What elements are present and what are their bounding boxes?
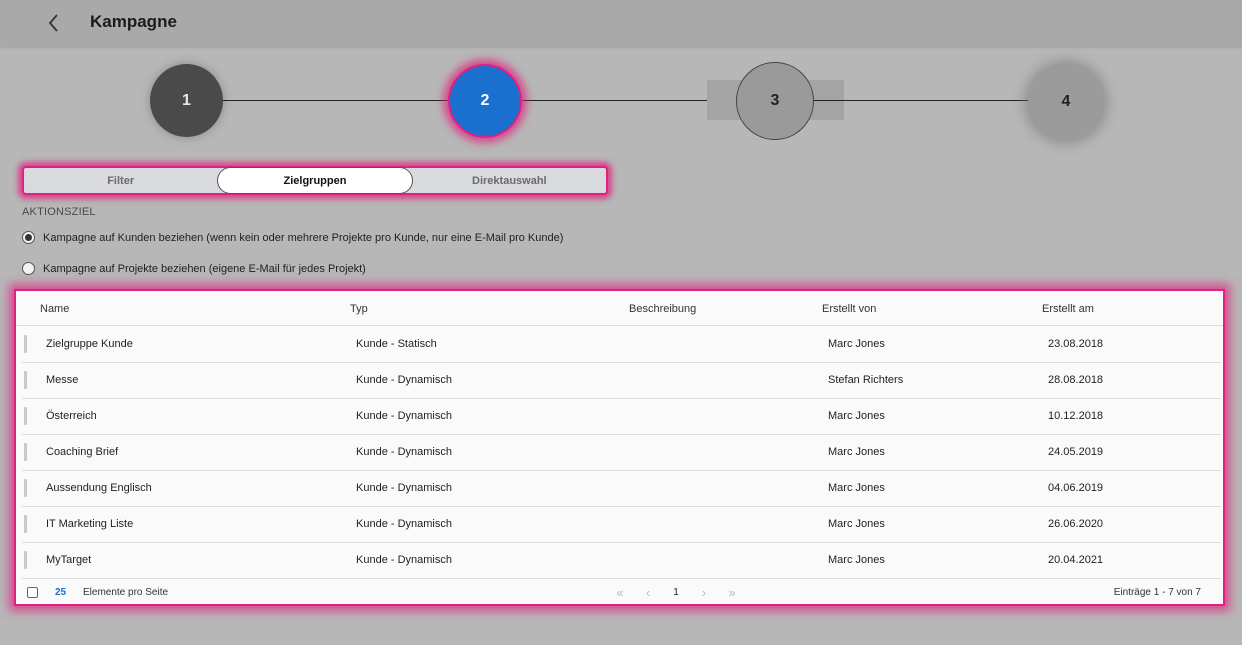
- cell-erstellt-von: Stefan Richters: [828, 374, 904, 386]
- cell-erstellt-am: 26.06.2020: [1048, 518, 1104, 530]
- page-title: Kampagne: [90, 12, 177, 31]
- table-row[interactable]: Zielgruppe Kunde Kunde - Statisch Marc J…: [22, 327, 1221, 363]
- cell-name: Aussendung Englisch: [46, 482, 152, 494]
- step-3[interactable]: 3: [736, 62, 814, 140]
- current-page[interactable]: 1: [662, 587, 690, 598]
- cell-erstellt-von: Marc Jones: [828, 446, 885, 458]
- per-page-label: Elemente pro Seite: [83, 587, 169, 598]
- cell-typ: Kunde - Statisch: [356, 338, 437, 350]
- row-drag-handle[interactable]: [24, 407, 27, 425]
- cell-typ: Kunde - Dynamisch: [356, 374, 452, 386]
- radio-label: Kampagne auf Projekte beziehen (eigene E…: [43, 262, 366, 275]
- chevron-left-icon[interactable]: [44, 12, 64, 34]
- segment-tabs: Filter Zielgruppen Direktauswahl: [22, 166, 608, 195]
- cell-name: MyTarget: [46, 554, 92, 566]
- cell-erstellt-von: Marc Jones: [828, 518, 885, 530]
- cell-name: IT Marketing Liste: [46, 518, 134, 530]
- table-row[interactable]: Messe Kunde - Dynamisch Stefan Richters …: [22, 363, 1221, 399]
- cell-erstellt-am: 04.06.2019: [1048, 482, 1104, 494]
- column-header-beschreibung[interactable]: Beschreibung: [629, 303, 696, 315]
- step-4[interactable]: 4: [1028, 64, 1104, 140]
- cell-erstellt-von: Marc Jones: [828, 338, 885, 350]
- table-row[interactable]: Coaching Brief Kunde - Dynamisch Marc Jo…: [22, 435, 1221, 471]
- radio-label: Kampagne auf Kunden beziehen (wenn kein …: [43, 231, 564, 244]
- radio-button[interactable]: [22, 262, 35, 275]
- column-header-typ[interactable]: Typ: [350, 303, 368, 315]
- row-drag-handle[interactable]: [24, 515, 27, 533]
- cell-typ: Kunde - Dynamisch: [356, 482, 452, 494]
- next-page-icon[interactable]: ›: [690, 585, 718, 600]
- cell-typ: Kunde - Dynamisch: [356, 446, 452, 458]
- step-1[interactable]: 1: [150, 64, 223, 137]
- cell-erstellt-am: 28.08.2018: [1048, 374, 1104, 386]
- table-row[interactable]: IT Marketing Liste Kunde - Dynamisch Mar…: [22, 507, 1221, 543]
- cell-erstellt-von: Marc Jones: [828, 554, 885, 566]
- prev-page-icon[interactable]: ‹: [634, 585, 662, 600]
- cell-name: Österreich: [46, 410, 97, 422]
- last-page-icon[interactable]: »: [718, 585, 746, 600]
- row-drag-handle[interactable]: [24, 371, 27, 389]
- cell-typ: Kunde - Dynamisch: [356, 518, 452, 530]
- stepper-connector: [222, 100, 449, 101]
- table-row[interactable]: Österreich Kunde - Dynamisch Marc Jones …: [22, 399, 1221, 435]
- row-drag-handle[interactable]: [24, 479, 27, 497]
- cell-typ: Kunde - Dynamisch: [356, 554, 452, 566]
- entries-count: Einträge 1 - 7 von 7: [1113, 587, 1201, 598]
- row-drag-handle[interactable]: [24, 335, 27, 353]
- column-header-erstellt-von[interactable]: Erstellt von: [822, 303, 876, 315]
- table-row[interactable]: MyTarget Kunde - Dynamisch Marc Jones 20…: [22, 543, 1221, 579]
- cell-erstellt-am: 24.05.2019: [1048, 446, 1104, 458]
- select-all-checkbox[interactable]: [27, 587, 38, 598]
- zielgruppen-table: Name Typ Beschreibung Erstellt von Erste…: [14, 289, 1225, 606]
- cell-erstellt-am: 10.12.2018: [1048, 410, 1104, 422]
- pagination: « ‹ 1 › »: [606, 585, 746, 600]
- first-page-icon[interactable]: «: [606, 585, 634, 600]
- table-row[interactable]: Aussendung Englisch Kunde - Dynamisch Ma…: [22, 471, 1221, 507]
- stepper-connector: [813, 100, 1029, 101]
- row-drag-handle[interactable]: [24, 551, 27, 569]
- cell-erstellt-am: 20.04.2021: [1048, 554, 1104, 566]
- page-size-select[interactable]: 25: [55, 587, 66, 598]
- cell-name: Coaching Brief: [46, 446, 119, 458]
- cell-name: Zielgruppe Kunde: [46, 338, 133, 350]
- column-header-erstellt-am[interactable]: Erstellt am: [1042, 303, 1094, 315]
- table-header: Name Typ Beschreibung Erstellt von Erste…: [16, 291, 1223, 326]
- cell-name: Messe: [46, 374, 79, 386]
- cell-erstellt-von: Marc Jones: [828, 410, 885, 422]
- header-bar: Kampagne: [0, 0, 1242, 46]
- tab-zielgruppen[interactable]: Zielgruppen: [217, 167, 413, 194]
- aktionsziel-label: AKTIONSZIEL: [22, 206, 96, 218]
- column-header-name[interactable]: Name: [40, 303, 69, 315]
- tab-filter[interactable]: Filter: [24, 168, 217, 193]
- table-footer: 25 Elemente pro Seite « ‹ 1 › » Einträge…: [16, 579, 1223, 604]
- radio-button-checked[interactable]: [22, 231, 35, 244]
- cell-typ: Kunde - Dynamisch: [356, 410, 452, 422]
- step-2-active[interactable]: 2: [448, 64, 522, 138]
- radio-option-projekte[interactable]: Kampagne auf Projekte beziehen (eigene E…: [22, 262, 366, 275]
- cell-erstellt-am: 23.08.2018: [1048, 338, 1104, 350]
- tab-direktauswahl[interactable]: Direktauswahl: [413, 168, 606, 193]
- row-drag-handle[interactable]: [24, 443, 27, 461]
- radio-option-kunden[interactable]: Kampagne auf Kunden beziehen (wenn kein …: [22, 231, 563, 244]
- stepper-connector: [521, 100, 737, 101]
- cell-erstellt-von: Marc Jones: [828, 482, 885, 494]
